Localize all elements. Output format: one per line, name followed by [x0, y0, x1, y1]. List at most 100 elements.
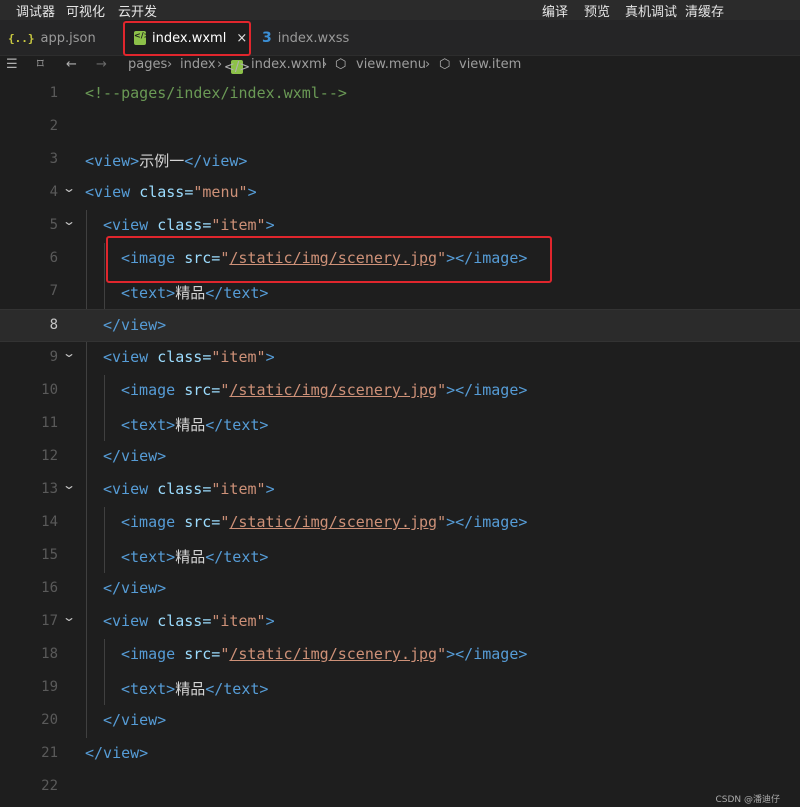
code-text: </view> [103, 711, 166, 729]
code-token: <text> [121, 548, 176, 566]
code-token: </text> [205, 284, 269, 302]
fold-chevron-icon[interactable]: ⌄ [62, 610, 76, 624]
line-number: 19 [41, 679, 58, 695]
code-line[interactable]: 22 [0, 771, 800, 804]
menu-cloud-dev[interactable]: 云开发 [118, 1, 157, 20]
device-debug-button[interactable]: 真机调试 [625, 1, 677, 20]
tab-app-json[interactable]: {..} app.json [0, 20, 122, 56]
code-text: <view class="item"> [103, 216, 275, 234]
fold-chevron-icon[interactable]: ⌄ [62, 214, 76, 228]
bookmark-icon[interactable]: ⌑ [37, 57, 44, 72]
code-line[interactable]: 15 <text>精品</text> [0, 540, 800, 573]
code-line[interactable]: 13 ⌄ <view class="item"> [0, 474, 800, 507]
chevron-right-icon: › [167, 57, 173, 72]
code-token: <image [121, 249, 185, 267]
code-text: <view class="item"> [103, 480, 275, 498]
code-line[interactable]: 16 </view> [0, 573, 800, 606]
code-token: "item" [211, 480, 266, 498]
element-icon: ⬡ [439, 57, 451, 72]
preview-button[interactable]: 预览 [584, 1, 610, 20]
line-number: 12 [41, 448, 58, 464]
code-line[interactable]: 14 <image src="/static/img/scenery.jpg"><… [0, 507, 800, 540]
line-number: 13 [41, 481, 58, 497]
code-line[interactable]: 2 [0, 111, 800, 144]
fold-chevron-icon[interactable]: ⌄ [62, 181, 76, 195]
code-line[interactable]: 1 <!--pages/index/index.wxml--> [0, 78, 800, 111]
code-line[interactable]: 5 ⌄ <view class="item"> [0, 210, 800, 243]
back-arrow-icon[interactable]: ← [66, 57, 77, 72]
code-token: </text> [205, 416, 269, 434]
line-number: 4 [49, 184, 58, 200]
code-token: src= [184, 645, 221, 663]
line-number: 2 [49, 118, 58, 134]
code-token: class= [157, 612, 212, 630]
code-token: class= [157, 348, 212, 366]
code-line[interactable]: 9 ⌄ <view class="item"> [0, 342, 800, 375]
code-text: <image src="/static/img/scenery.jpg"></i… [121, 645, 527, 663]
code-text: <view class="item"> [103, 612, 275, 630]
code-token: src= [184, 381, 221, 399]
code-line[interactable]: 11 <text>精品</text> [0, 408, 800, 441]
code-line[interactable]: 6 <image src="/static/img/scenery.jpg"></… [0, 243, 800, 276]
line-number: 20 [41, 712, 58, 728]
code-token: <image [121, 645, 185, 663]
code-text: </view> [103, 316, 166, 334]
code-token: 精品 [175, 284, 206, 302]
chevron-right-icon: › [322, 57, 328, 72]
chevron-right-icon: › [217, 57, 223, 72]
editor-tab-bar: {..} app.json </> index.wxml × 3 index.w… [0, 20, 800, 56]
line-number: 15 [41, 547, 58, 563]
line-number: 22 [41, 778, 58, 794]
code-token: > [247, 183, 257, 201]
outline-list-icon[interactable]: ☰ [6, 57, 18, 72]
line-number: 16 [41, 580, 58, 596]
forward-arrow-icon[interactable]: → [96, 57, 107, 72]
code-token: <view [103, 480, 158, 498]
breadcrumb-view-item[interactable]: view.item [459, 57, 521, 72]
close-icon[interactable]: × [236, 31, 247, 46]
breadcrumb-file[interactable]: index.wxml [251, 57, 325, 72]
code-token: "item" [211, 348, 266, 366]
code-token: 精品 [175, 416, 206, 434]
breadcrumb-view-menu[interactable]: view.menu [356, 57, 426, 72]
code-line[interactable]: 17 ⌄ <view class="item"> [0, 606, 800, 639]
breadcrumb-pages[interactable]: pages [128, 57, 167, 72]
code-line[interactable]: 21 </view> [0, 738, 800, 771]
breadcrumb-index[interactable]: index [180, 57, 216, 72]
line-number: 11 [41, 415, 58, 431]
code-token: /static/img/scenery.jpg [229, 513, 438, 531]
wxml-file-icon: </> [223, 59, 251, 75]
code-token: src= [184, 249, 221, 267]
menu-debugger[interactable]: 调试器 [16, 1, 55, 20]
code-line[interactable]: 4 ⌄ <view class="menu"> [0, 177, 800, 210]
code-line[interactable]: 12 </view> [0, 441, 800, 474]
code-token: </view> [103, 447, 167, 465]
code-token: <image [121, 513, 185, 531]
line-number: 8 [49, 317, 58, 333]
code-line[interactable]: 18 <image src="/static/img/scenery.jpg"><… [0, 639, 800, 672]
code-text: </view> [103, 447, 166, 465]
code-line[interactable]: 3 <view>示例一</view> [0, 144, 800, 177]
code-token: <text> [121, 416, 176, 434]
code-line[interactable]: 20 </view> [0, 705, 800, 738]
code-token: <view [103, 612, 158, 630]
code-text: <image src="/static/img/scenery.jpg"></i… [121, 249, 527, 267]
wxml-file-icon: </> [134, 31, 150, 45]
menu-visualize[interactable]: 可视化 [66, 1, 105, 20]
code-text: <view class="item"> [103, 348, 275, 366]
clear-cache-button[interactable]: 清缓存 [685, 1, 724, 20]
tab-index-wxml[interactable]: </> index.wxml × [124, 20, 250, 56]
code-line[interactable]: 19 <text>精品</text> [0, 672, 800, 705]
code-line[interactable]: 8 </view> [0, 309, 800, 342]
code-line[interactable]: 7 <text>精品</text> [0, 276, 800, 309]
compile-button[interactable]: 编译 [542, 1, 568, 20]
tab-label: app.json [40, 30, 96, 46]
code-token: ></image> [446, 645, 528, 663]
code-line[interactable]: 10 <image src="/static/img/scenery.jpg"><… [0, 375, 800, 408]
code-token: > [265, 216, 275, 234]
code-editor[interactable]: 1 <!--pages/index/index.wxml--> 2 3 <view>示例… [0, 78, 800, 807]
tab-index-wxss[interactable]: 3 index.wxss [252, 20, 376, 56]
code-token: 精品 [175, 548, 206, 566]
fold-chevron-icon[interactable]: ⌄ [62, 346, 76, 360]
fold-chevron-icon[interactable]: ⌄ [62, 478, 76, 492]
